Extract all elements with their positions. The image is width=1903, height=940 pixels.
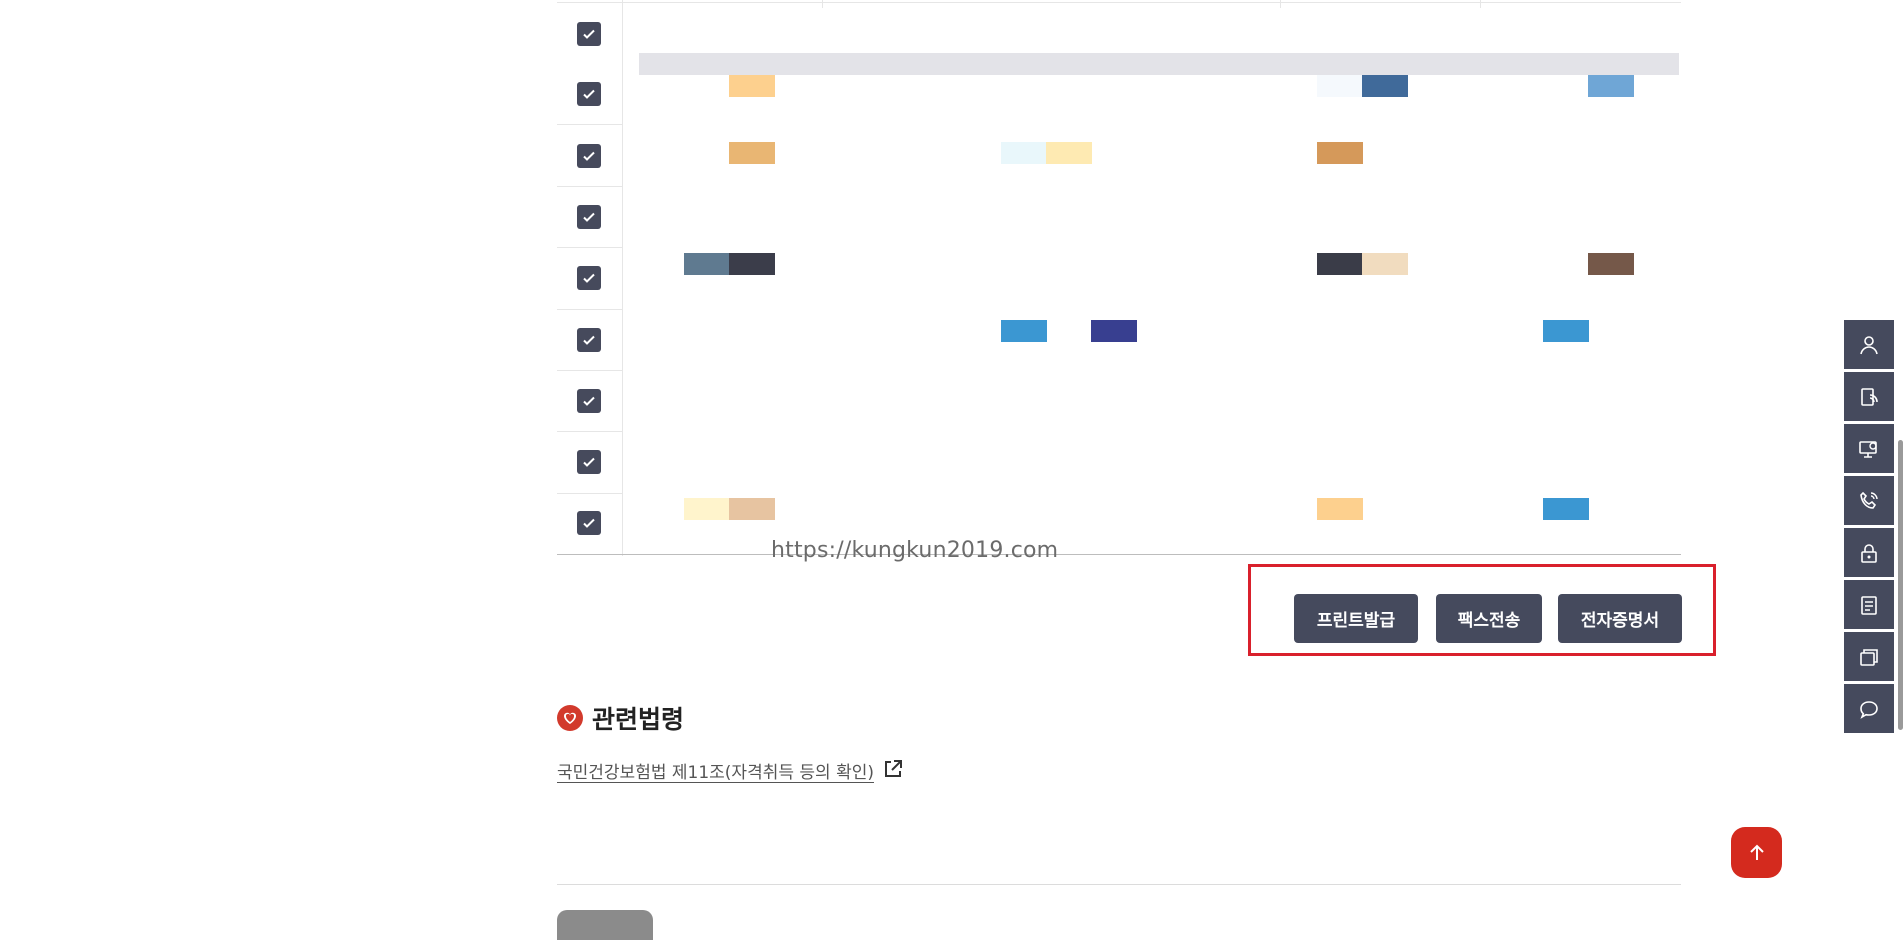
scrollbar[interactable] xyxy=(1898,440,1903,730)
redacted-block xyxy=(1001,320,1047,342)
section-divider xyxy=(557,884,1681,885)
redacted-block xyxy=(1543,498,1589,520)
document-phone-icon xyxy=(1861,387,1878,406)
redacted-block xyxy=(729,75,775,97)
phone-icon xyxy=(1860,491,1878,509)
monitor-icon xyxy=(1859,440,1877,458)
row-checkbox[interactable] xyxy=(577,22,601,46)
check-icon xyxy=(583,151,595,161)
quick-menu-item[interactable] xyxy=(1844,372,1894,421)
redacted-block xyxy=(729,142,775,164)
check-icon xyxy=(583,29,595,39)
quick-menu-item[interactable] xyxy=(1844,580,1894,629)
bottom-tab[interactable] xyxy=(557,910,653,940)
redacted-block xyxy=(684,498,730,520)
quick-menu-item[interactable] xyxy=(1844,684,1894,733)
row-checkbox[interactable] xyxy=(577,450,601,474)
external-link-icon[interactable] xyxy=(882,758,904,780)
quick-menu-item[interactable] xyxy=(1844,476,1894,525)
redacted-block xyxy=(1317,498,1363,520)
e-certificate-button[interactable]: 전자증명서 xyxy=(1558,594,1682,643)
check-icon xyxy=(583,518,595,528)
user-icon xyxy=(1860,335,1878,354)
redacted-block xyxy=(1317,253,1363,275)
redacted-block xyxy=(1317,142,1363,164)
check-icon xyxy=(583,457,595,467)
check-icon xyxy=(583,89,595,99)
windows-icon xyxy=(1860,648,1878,666)
section-title: 관련법령 xyxy=(592,705,685,734)
chat-icon xyxy=(1860,700,1878,719)
quick-menu xyxy=(1844,320,1894,736)
watermark-text: https://kungkun2019.com xyxy=(771,538,1059,563)
column-divider xyxy=(622,0,623,556)
law-link[interactable]: 국민건강보험법 제11조(자격취득 등의 확인) xyxy=(557,758,874,783)
check-icon xyxy=(583,335,595,345)
redacted-block xyxy=(1543,320,1589,342)
redacted-block xyxy=(1588,75,1634,97)
redacted-block xyxy=(729,498,775,520)
row-checkbox[interactable] xyxy=(577,82,601,106)
row-divider xyxy=(557,309,622,310)
checkbox-table xyxy=(557,0,1681,556)
redacted-block xyxy=(1362,253,1408,275)
row-checkbox[interactable] xyxy=(577,328,601,352)
table-row-band xyxy=(639,53,1679,75)
print-issue-button[interactable]: 프린트발급 xyxy=(1294,594,1418,643)
quick-menu-item[interactable] xyxy=(1844,424,1894,473)
row-checkbox[interactable] xyxy=(577,389,601,413)
redacted-block xyxy=(1588,253,1634,275)
redacted-block xyxy=(729,253,775,275)
row-checkbox[interactable] xyxy=(577,144,601,168)
arrow-up-icon xyxy=(1749,844,1764,860)
row-divider xyxy=(557,2,1681,3)
redacted-block xyxy=(1317,75,1363,97)
row-divider xyxy=(557,124,622,125)
heart-icon xyxy=(557,705,583,731)
redacted-block xyxy=(1091,320,1137,342)
redacted-block xyxy=(1001,142,1047,164)
row-divider xyxy=(557,431,622,432)
row-divider xyxy=(557,247,622,248)
scroll-to-top-button[interactable] xyxy=(1731,827,1782,878)
quick-menu-item[interactable] xyxy=(1844,528,1894,577)
redacted-block xyxy=(1046,142,1092,164)
row-checkbox[interactable] xyxy=(577,205,601,229)
redacted-block xyxy=(1362,75,1408,97)
fax-send-button[interactable]: 팩스전송 xyxy=(1436,594,1542,643)
redacted-block xyxy=(684,253,730,275)
check-icon xyxy=(583,212,595,222)
row-divider xyxy=(557,493,622,494)
row-checkbox[interactable] xyxy=(577,511,601,535)
row-checkbox[interactable] xyxy=(577,266,601,290)
check-icon xyxy=(583,396,595,406)
row-divider xyxy=(557,186,622,187)
document-icon xyxy=(1861,595,1877,615)
table-bottom-border xyxy=(557,554,1681,555)
quick-menu-item[interactable] xyxy=(1844,320,1894,369)
check-icon xyxy=(583,273,595,283)
lock-icon xyxy=(1861,543,1877,563)
quick-menu-item[interactable] xyxy=(1844,632,1894,681)
row-divider xyxy=(557,370,622,371)
